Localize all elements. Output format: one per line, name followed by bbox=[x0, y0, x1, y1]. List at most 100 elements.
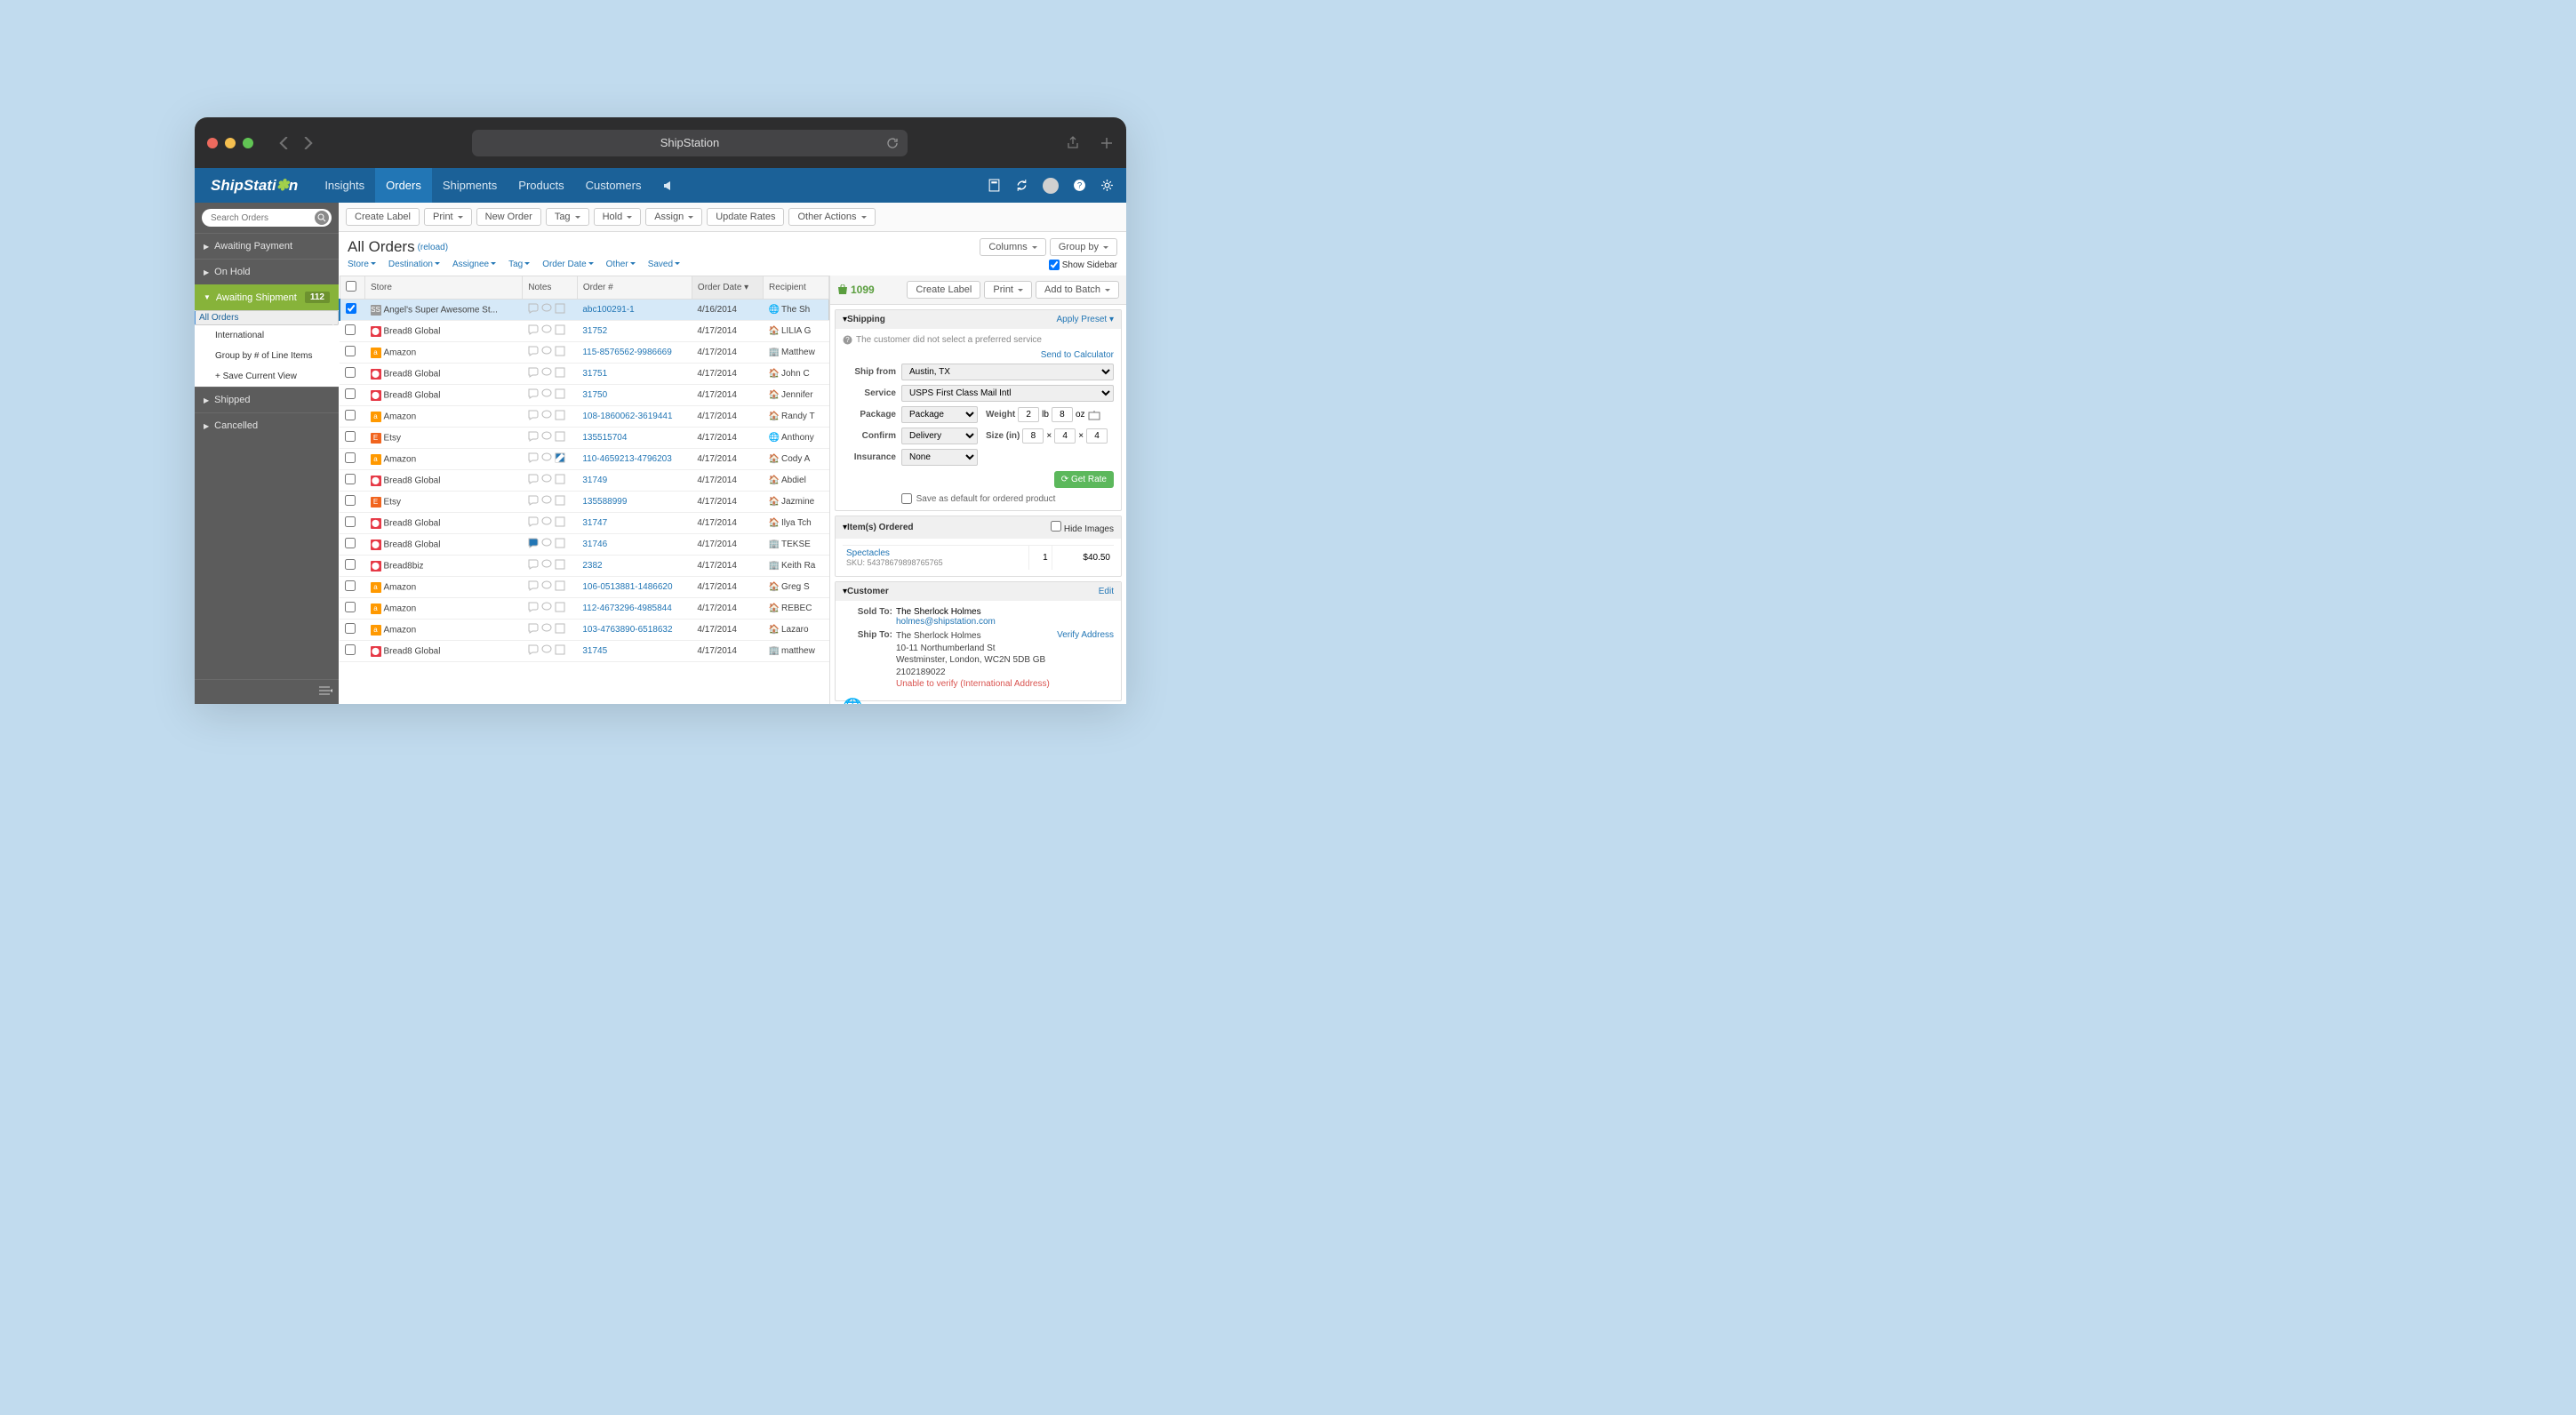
table-row[interactable]: ⬤Bread8 Global317524/17/2014🏠LILIA G bbox=[340, 321, 829, 342]
announce-icon[interactable] bbox=[652, 168, 685, 203]
side-sec[interactable]: ▶ Cancelled bbox=[195, 412, 339, 438]
confirm-select[interactable]: Delivery bbox=[901, 428, 978, 444]
filter-store[interactable]: Store bbox=[348, 260, 376, 270]
table-row[interactable]: EEtsy1355889994/17/2014🏠Jazmine bbox=[340, 492, 829, 513]
filter-destination[interactable]: Destination bbox=[388, 260, 440, 270]
url-bar[interactable]: ShipStation bbox=[472, 130, 908, 156]
nav-customers[interactable]: Customers bbox=[575, 168, 652, 203]
columns-button[interactable]: Columns bbox=[980, 238, 1045, 256]
newtab-icon[interactable] bbox=[1100, 136, 1114, 150]
table-row[interactable]: ⬤Bread8 Global317454/17/2014🏢matthew bbox=[340, 641, 829, 662]
refresh-icon[interactable] bbox=[886, 137, 899, 149]
tool-assign[interactable]: Assign bbox=[645, 208, 702, 226]
side-sec[interactable]: ▶ Shipped bbox=[195, 387, 339, 412]
filter-tag[interactable]: Tag bbox=[508, 260, 530, 270]
table-row[interactable]: aAmazon110-4659213-47962034/17/2014🏠Cody… bbox=[340, 449, 829, 470]
table-row[interactable]: ⬤Bread8 Global317494/17/2014🏠Abdiel bbox=[340, 470, 829, 492]
orders-table-wrap[interactable]: StoreNotesOrder #Order Date ▾Recipient S… bbox=[339, 276, 829, 704]
nav-orders[interactable]: Orders bbox=[375, 168, 432, 203]
detail-print[interactable]: Print bbox=[984, 281, 1032, 299]
nav-products[interactable]: Products bbox=[508, 168, 574, 203]
nav-shipments[interactable]: Shipments bbox=[432, 168, 508, 203]
verify-address-link[interactable]: Verify Address bbox=[1057, 630, 1114, 640]
package-select[interactable]: Package bbox=[901, 406, 978, 423]
hide-images-check[interactable] bbox=[1051, 521, 1061, 532]
sub-item[interactable]: All Orders bbox=[195, 310, 339, 325]
min-dot[interactable] bbox=[225, 138, 236, 148]
tool-create-label[interactable]: Create Label bbox=[346, 208, 420, 226]
table-row[interactable]: aAmazon112-4673296-49858444/17/2014🏠REBE… bbox=[340, 598, 829, 620]
max-dot[interactable] bbox=[243, 138, 253, 148]
table-row[interactable]: ⬤Bread8 Global317514/17/2014🏠John C bbox=[340, 364, 829, 385]
col-header[interactable]: Order # bbox=[577, 276, 692, 300]
side-sec[interactable]: ▼ Awaiting Shipment112 bbox=[195, 284, 339, 310]
help-icon[interactable]: ? bbox=[1073, 179, 1086, 192]
back-icon[interactable] bbox=[278, 137, 291, 149]
table-row[interactable]: ⬤Bread8 Global317474/17/2014🏠Ilya Tch bbox=[340, 513, 829, 534]
side-sec[interactable]: ▶ Awaiting Payment bbox=[195, 233, 339, 259]
filter-order-date[interactable]: Order Date bbox=[542, 260, 593, 270]
apply-preset-link[interactable]: Apply Preset ▾ bbox=[1056, 315, 1114, 324]
tool-hold[interactable]: Hold bbox=[594, 208, 642, 226]
size-l[interactable] bbox=[1022, 428, 1044, 444]
table-row[interactable]: EEtsy1355157044/17/2014🌐Anthony bbox=[340, 428, 829, 449]
tool-new-order[interactable]: New Order bbox=[476, 208, 541, 226]
collapse-sidebar[interactable] bbox=[195, 679, 339, 704]
sub-item[interactable]: + Save Current View bbox=[195, 366, 339, 387]
share-icon[interactable] bbox=[1066, 136, 1080, 150]
reload-link[interactable]: (reload) bbox=[418, 243, 448, 252]
nav-insights[interactable]: Insights bbox=[314, 168, 375, 203]
search-icon[interactable] bbox=[315, 211, 329, 225]
tool-print[interactable]: Print bbox=[424, 208, 472, 226]
table-row[interactable]: SSAngel's Super Awesome St...abc100291-1… bbox=[340, 300, 829, 321]
fwd-icon[interactable] bbox=[301, 137, 314, 149]
size-h[interactable] bbox=[1086, 428, 1108, 444]
edit-customer-link[interactable]: Edit bbox=[1099, 587, 1114, 596]
close-dot[interactable] bbox=[207, 138, 218, 148]
service-select[interactable]: USPS First Class Mail Intl bbox=[901, 385, 1114, 402]
col-header[interactable] bbox=[340, 276, 365, 300]
detail-create-label[interactable]: Create Label bbox=[907, 281, 980, 299]
table-row[interactable]: ⬤Bread8 Global317464/17/2014🏢TEKSE bbox=[340, 534, 829, 556]
show-sidebar-toggle[interactable]: Show Sidebar bbox=[1049, 260, 1117, 270]
tool-update-rates[interactable]: Update Rates bbox=[707, 208, 784, 226]
tool-tag[interactable]: Tag bbox=[546, 208, 589, 226]
filter-assignee[interactable]: Assignee bbox=[452, 260, 496, 270]
insurance-select[interactable]: None bbox=[901, 449, 978, 466]
get-rate-button[interactable]: ⟳ Get Rate bbox=[1054, 471, 1114, 488]
orders-table: StoreNotesOrder #Order Date ▾Recipient S… bbox=[339, 276, 829, 662]
sync-icon[interactable] bbox=[1015, 179, 1028, 192]
send-to-calc-link[interactable]: Send to Calculator bbox=[1041, 350, 1114, 360]
table-row[interactable]: ⬤Bread8 Global317504/17/2014🏠Jennifer bbox=[340, 385, 829, 406]
weight-oz[interactable] bbox=[1052, 407, 1073, 422]
avatar[interactable] bbox=[1043, 178, 1059, 194]
calc-icon[interactable] bbox=[988, 179, 1001, 192]
weight-lb[interactable] bbox=[1018, 407, 1039, 422]
col-header[interactable]: Store bbox=[365, 276, 523, 300]
size-w[interactable] bbox=[1054, 428, 1076, 444]
table-row[interactable]: ⬤Bread8biz23824/17/2014🏢Keith Ra bbox=[340, 556, 829, 577]
col-header[interactable]: Notes bbox=[523, 276, 578, 300]
sub-item[interactable]: Group by # of Line Items bbox=[195, 346, 339, 366]
gear-icon[interactable] bbox=[1100, 179, 1114, 192]
save-default-check[interactable] bbox=[901, 493, 912, 504]
sidebar: ▶ Awaiting Payment▶ On Hold▼ Awaiting Sh… bbox=[195, 203, 339, 704]
table-row[interactable]: aAmazon115-8576562-99866694/17/2014🏢Matt… bbox=[340, 342, 829, 364]
filter-other[interactable]: Other bbox=[606, 260, 636, 270]
table-row[interactable]: aAmazon108-1860062-36194414/17/2014🏠Rand… bbox=[340, 406, 829, 428]
scale-icon[interactable] bbox=[1088, 410, 1100, 420]
detail-add-to-batch[interactable]: Add to Batch bbox=[1036, 281, 1119, 299]
col-header[interactable]: Order Date ▾ bbox=[692, 276, 763, 300]
shipfrom-select[interactable]: Austin, TX bbox=[901, 364, 1114, 380]
groupby-button[interactable]: Group by bbox=[1050, 238, 1117, 256]
table-row[interactable]: aAmazon106-0513881-14866204/17/2014🏠Greg… bbox=[340, 577, 829, 598]
sub-item[interactable]: International bbox=[195, 325, 339, 346]
item-name[interactable]: Spectacles bbox=[846, 548, 890, 558]
tool-other-actions[interactable]: Other Actions bbox=[788, 208, 875, 226]
side-sec[interactable]: ▶ On Hold bbox=[195, 259, 339, 284]
search-input[interactable] bbox=[202, 209, 332, 227]
table-row[interactable]: aAmazon103-4763890-65186324/17/2014🏠Laza… bbox=[340, 620, 829, 641]
logo[interactable]: ShipStati✽n bbox=[195, 177, 314, 195]
col-header[interactable]: Recipient bbox=[764, 276, 829, 300]
filter-saved[interactable]: Saved bbox=[648, 260, 680, 270]
